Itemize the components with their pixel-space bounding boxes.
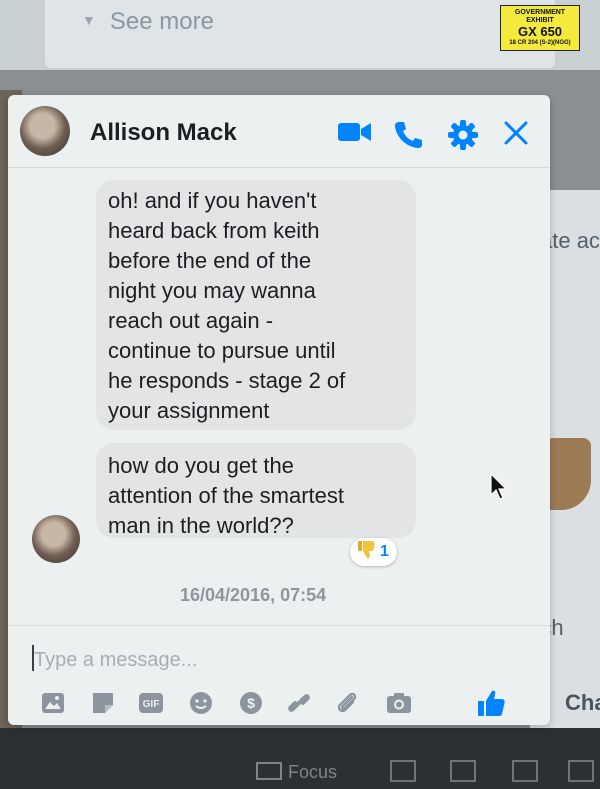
background-chat-label[interactable]: Cha <box>565 690 600 716</box>
contact-name[interactable]: Allison Mack <box>90 119 237 147</box>
chat-window: Allison Mack oh! and if you haven't hear… <box>8 95 550 725</box>
message-composer: GIF $ <box>8 625 550 726</box>
gif-icon[interactable]: GIF <box>138 691 164 715</box>
draft-icon[interactable] <box>568 760 594 782</box>
sender-avatar[interactable] <box>32 515 80 563</box>
video-call-icon[interactable] <box>338 120 372 149</box>
payment-icon[interactable]: $ <box>238 691 264 715</box>
paperclip-icon[interactable] <box>334 691 360 715</box>
svg-text:$: $ <box>247 695 255 711</box>
chevron-down-icon: ▼ <box>82 12 96 28</box>
close-icon[interactable] <box>503 120 529 151</box>
reaction-count: 1 <box>380 543 389 560</box>
message-bubble: how do you get the attention of the smar… <box>96 443 416 538</box>
phone-icon[interactable] <box>393 120 423 153</box>
see-more-link[interactable]: ▼ See more <box>82 8 214 36</box>
gear-icon[interactable] <box>448 120 478 155</box>
avatar[interactable] <box>20 106 70 156</box>
link-icon[interactable] <box>286 691 312 715</box>
message-input[interactable] <box>32 644 436 676</box>
document-icon[interactable] <box>390 760 416 782</box>
outline-icon[interactable] <box>512 760 538 782</box>
camera-icon[interactable] <box>386 691 412 715</box>
reaction-badge[interactable]: 1 <box>350 538 397 566</box>
text-cursor <box>32 645 34 671</box>
web-layout-icon[interactable] <box>450 760 476 782</box>
message-bubble: oh! and if you haven't heard back from k… <box>96 180 416 430</box>
emoji-icon[interactable] <box>188 691 214 715</box>
photo-icon[interactable] <box>40 691 66 715</box>
exhibit-sticker: GOVERNMENT EXHIBIT GX 650 18 CR 204 (S-2… <box>500 5 580 51</box>
focus-button[interactable]: Focus <box>256 762 337 783</box>
svg-text:GIF: GIF <box>143 699 160 710</box>
chat-header: Allison Mack <box>8 95 550 168</box>
thumbs-up-icon[interactable] <box>476 688 506 723</box>
thumbs-down-icon <box>358 540 376 565</box>
message-timestamp: 16/04/2016, 07:54 <box>180 585 327 605</box>
sticker-icon[interactable] <box>90 691 116 715</box>
focus-icon <box>256 762 282 780</box>
mouse-pointer-icon <box>490 472 508 506</box>
